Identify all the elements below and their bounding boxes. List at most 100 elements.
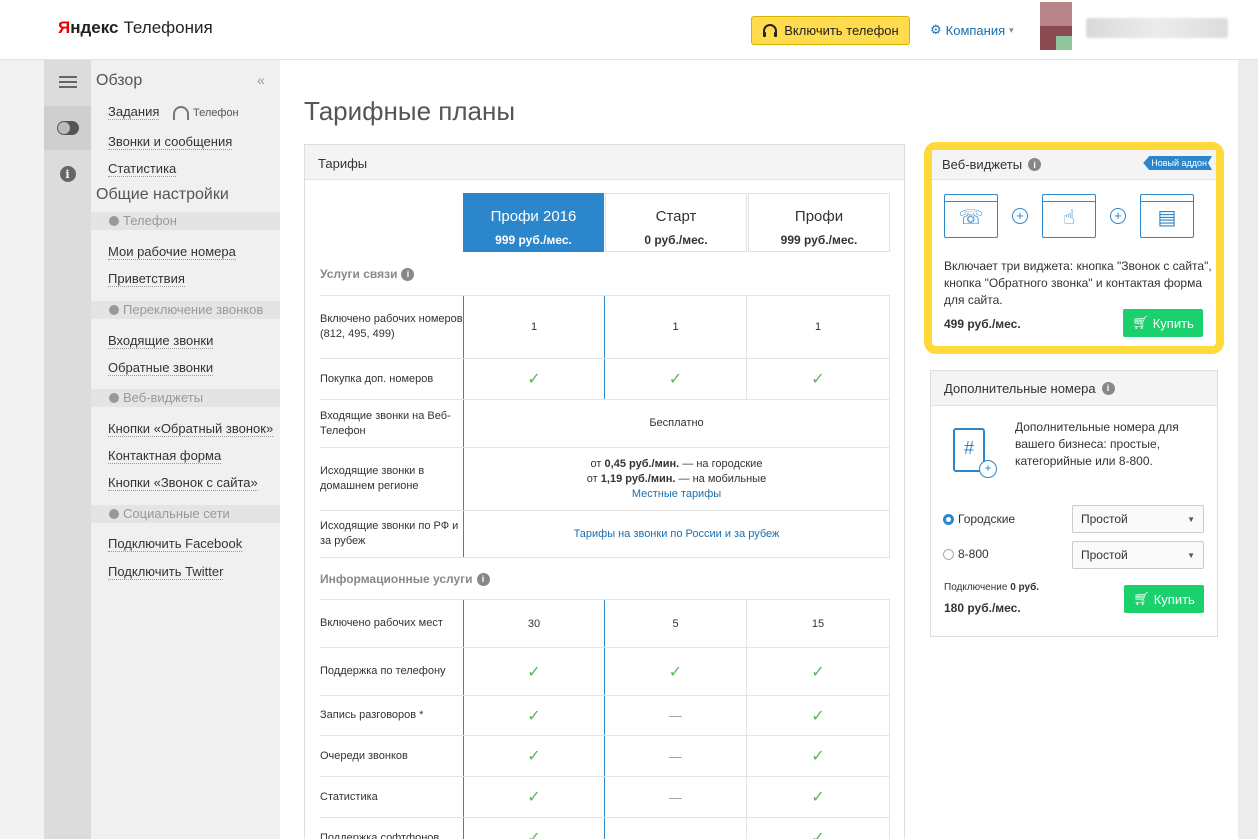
nav-overview[interactable]: Обзор: [96, 72, 142, 90]
radio-8800-label: 8-800: [958, 547, 989, 561]
buy-widgets-button[interactable]: 🛒︎ Купить: [1123, 309, 1203, 337]
collapse-sidebar-icon[interactable]: «: [257, 72, 265, 88]
extra-numbers-card: Дополнительные номера i # Дополнительные…: [930, 370, 1218, 637]
plan-column-profi[interactable]: Профи 999 руб./мес.: [748, 193, 890, 252]
plan-name: Старт: [655, 208, 697, 225]
row-label: Очереди звонков: [320, 749, 408, 762]
extra-numbers-price: 180 руб./мес.: [944, 601, 1021, 615]
local-rates-link[interactable]: Местные тарифы: [632, 487, 721, 502]
nav-phone-label: Телефон: [193, 107, 239, 119]
radio-8800[interactable]: 8-800: [943, 547, 989, 561]
nav-section-widgets: Веб-виджеты: [91, 389, 280, 407]
nav-greetings[interactable]: Приветствия: [108, 271, 185, 287]
plan-column-profi-2016[interactable]: Профи 2016 999 руб./мес.: [463, 193, 604, 252]
row-label: Включено рабочих номеров (812, 495, 499): [320, 313, 463, 340]
table-row: Поддержка софтфонов ✓ — ✓: [320, 817, 890, 839]
nav-contact-form[interactable]: Контактная форма: [108, 448, 222, 464]
cell-value: Тарифы на звонки по России и за рубеж: [463, 511, 890, 557]
select-8800-type[interactable]: Простой ▼: [1072, 541, 1204, 569]
web-widgets-price: 499 руб./мес.: [944, 317, 1021, 331]
nav-calls-messages[interactable]: Звонки и сообщения: [108, 134, 233, 150]
company-label: Компания: [945, 22, 1006, 38]
company-menu[interactable]: ⚙ Компания ▾: [930, 22, 1014, 38]
yandex-telephony-logo[interactable]: Яндекс Телефония: [58, 18, 213, 38]
info-icon[interactable]: i: [44, 152, 91, 196]
web-widgets-card: Веб-виджеты i Новый аддон ☏ + ☝ + ▤ Вклю…: [924, 142, 1224, 354]
nav-section-phone-label: Телефон: [123, 213, 177, 228]
buy-numbers-button[interactable]: 🛒︎ Купить: [1124, 585, 1204, 613]
extra-numbers-title: Дополнительные номера: [944, 380, 1096, 396]
nav-call-from-site[interactable]: Кнопки «Звонок с сайта»: [108, 475, 258, 491]
group-communication: Услуги связи i: [320, 267, 415, 281]
nav-connect-facebook[interactable]: Подключить Facebook: [108, 536, 243, 552]
logo-ya: Я: [58, 18, 71, 37]
group-info-label: Информационные услуги: [320, 572, 473, 586]
table-row: Поддержка по телефону ✓ ✓ ✓: [320, 647, 890, 695]
nav-section-widgets-label: Веб-виджеты: [123, 390, 204, 405]
switch-icon: [109, 305, 119, 315]
buy-label: Купить: [1153, 591, 1195, 607]
table-row: Включено рабочих мест 30 5 15: [320, 599, 890, 647]
table-row: Входящие звонки на Веб-Телефон Бесплатно: [320, 399, 890, 447]
row-label: Покупка доп. номеров: [320, 372, 434, 385]
sidebar-icon-rail: i: [44, 60, 91, 839]
row-label: Поддержка по телефону: [320, 665, 446, 677]
user-name-blurred[interactable]: [1086, 18, 1228, 38]
check-icon: ✓: [463, 359, 604, 399]
sidebar-nav: Обзор « Задания Телефон Звонки и сообщен…: [91, 60, 280, 839]
tariffs-panel: Тарифы Профи 2016 999 руб./мес. Старт 0 …: [304, 144, 905, 839]
plan-column-start[interactable]: Старт 0 руб./мес.: [605, 193, 747, 252]
plan-price: 0 руб./мес.: [644, 233, 708, 247]
enable-phone-button[interactable]: Включить телефон: [751, 16, 910, 45]
nav-connect-twitter[interactable]: Подключить Twitter: [108, 564, 224, 580]
radio-unchecked-icon: [943, 548, 954, 560]
dash-icon: —: [604, 777, 746, 817]
help-icon[interactable]: i: [1101, 381, 1115, 395]
help-icon[interactable]: i: [401, 267, 415, 281]
cell-value: 30: [463, 600, 604, 647]
web-widgets-header: Веб-виджеты i Новый аддон: [932, 150, 1216, 180]
table-row: Запись разговоров * ✓ — ✓: [320, 695, 890, 735]
cell-value: 1: [746, 296, 890, 358]
connection-fee: Подключение 0 руб.: [944, 582, 1040, 593]
nav-incoming-calls[interactable]: Входящие звонки: [108, 333, 214, 349]
nav-my-numbers[interactable]: Мои рабочие номера: [108, 244, 236, 260]
globe-icon: [109, 393, 119, 403]
nav-tasks[interactable]: Задания: [108, 104, 160, 120]
logo-ndex: ндекс: [70, 18, 119, 37]
chevron-down-icon: ▾: [1009, 24, 1014, 35]
cell-value: от 0,45 руб./мин. — на городские от 1,19…: [463, 448, 890, 510]
nav-section-switching-label: Переключение звонков: [123, 302, 264, 317]
avatar[interactable]: [1040, 2, 1072, 50]
phone-number-icon: #: [953, 428, 997, 478]
radio-city-label: Городские: [958, 512, 1016, 526]
new-addon-badge: Новый аддон: [1143, 156, 1212, 170]
logo-product: Телефония: [123, 18, 213, 37]
check-icon: ✓: [604, 359, 746, 399]
check-icon: ✓: [746, 777, 890, 817]
cell-value: 1: [604, 296, 746, 358]
table-row: Статистика ✓ — ✓: [320, 776, 890, 817]
help-icon[interactable]: i: [476, 572, 490, 586]
nav-section-social-label: Социальные сети: [123, 506, 230, 521]
headset-icon: [173, 106, 189, 120]
toggle-icon[interactable]: [44, 106, 91, 150]
check-icon: ✓: [604, 648, 746, 695]
help-icon[interactable]: i: [1028, 158, 1042, 171]
select-city-type[interactable]: Простой ▼: [1072, 505, 1204, 533]
nav-phone-status[interactable]: Телефон: [173, 106, 239, 120]
intl-rates-link[interactable]: Тарифы на звонки по России и за рубеж: [574, 527, 780, 542]
nav-callback-calls[interactable]: Обратные звонки: [108, 360, 214, 376]
nav-callback-buttons[interactable]: Кнопки «Обратный звонок»: [108, 421, 274, 437]
select-city-value: Простой: [1081, 512, 1128, 526]
plan-name: Профи 2016: [490, 208, 577, 225]
chevron-down-icon: ▼: [1187, 515, 1195, 524]
nav-statistics[interactable]: Статистика: [108, 161, 177, 177]
row-label: Статистика: [320, 790, 378, 803]
page-scroll-area: [1238, 60, 1258, 839]
radio-city[interactable]: Городские: [943, 512, 1015, 526]
cart-icon: 🛒︎: [1132, 315, 1149, 330]
menu-icon[interactable]: [44, 60, 91, 104]
page-title: Тарифные планы: [304, 96, 516, 126]
table-row: Исходящие звонки в домашнем регионе от 0…: [320, 447, 890, 510]
